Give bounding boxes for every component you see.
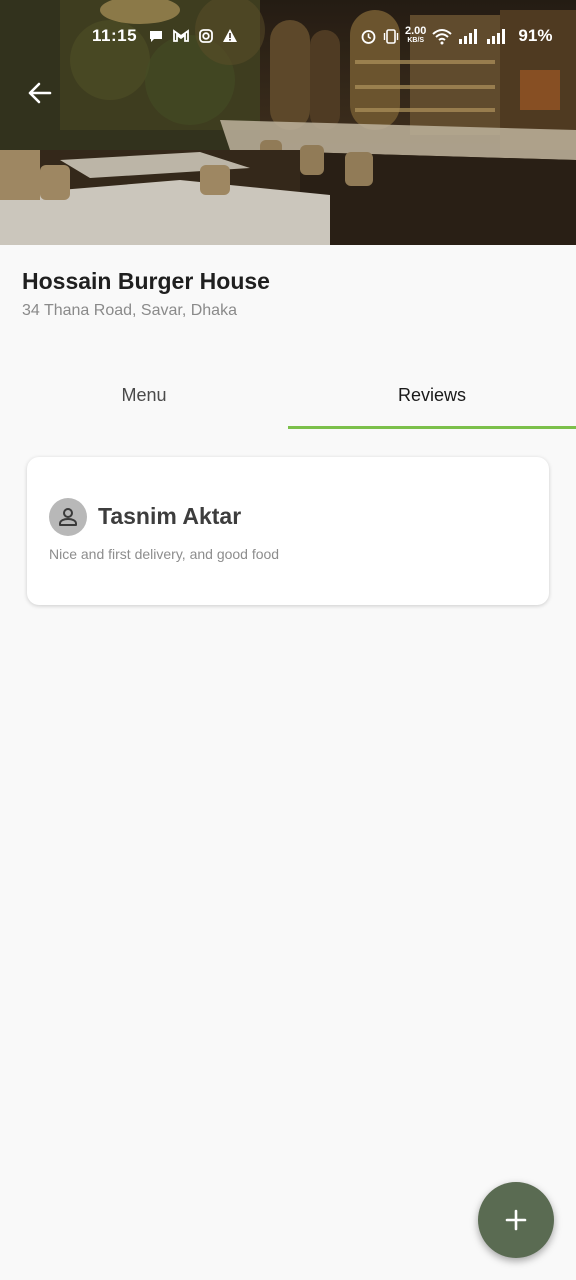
notification-icons <box>148 28 238 44</box>
review-card: Tasnim Aktar Nice and first delivery, an… <box>27 457 549 605</box>
restaurant-name: Hossain Burger House <box>22 268 270 294</box>
status-time: 11:15 <box>92 26 138 45</box>
warning-icon <box>223 29 237 42</box>
network-speed-unit: KB/S <box>407 37 425 44</box>
vibrate-icon <box>383 28 399 44</box>
signal-icon <box>487 28 506 44</box>
add-review-button[interactable] <box>478 1182 554 1258</box>
gmail-icon <box>173 29 189 42</box>
tab-reviews[interactable]: Reviews <box>288 360 576 430</box>
signal-icon <box>459 28 478 44</box>
network-speed: 2.00 KB/S <box>405 25 427 45</box>
review-text: Nice and first delivery, and good food <box>49 546 280 562</box>
chat-bubble-icon <box>150 31 162 42</box>
instagram-icon <box>199 29 213 43</box>
alarm-icon <box>361 29 376 44</box>
tab-bar: Menu Reviews <box>0 360 576 430</box>
system-icons: 2.00 KB/S 91% <box>360 26 552 46</box>
tab-menu[interactable]: Menu <box>0 360 288 430</box>
tab-indicator <box>288 426 576 429</box>
arrow-left-icon <box>28 82 52 104</box>
battery-level: 91% <box>518 26 553 45</box>
avatar <box>49 498 87 536</box>
back-button[interactable] <box>20 74 58 112</box>
person-icon <box>59 508 77 526</box>
status-bar: 11:15 2.00 KB/S 91% <box>0 22 576 52</box>
restaurant-address: 34 Thana Road, Savar, Dhaka <box>22 302 237 319</box>
network-speed-value: 2.00 <box>405 25 427 37</box>
wifi-icon <box>432 28 453 44</box>
reviewer-name: Tasnim Aktar <box>98 503 242 529</box>
plus-icon <box>505 1209 527 1231</box>
